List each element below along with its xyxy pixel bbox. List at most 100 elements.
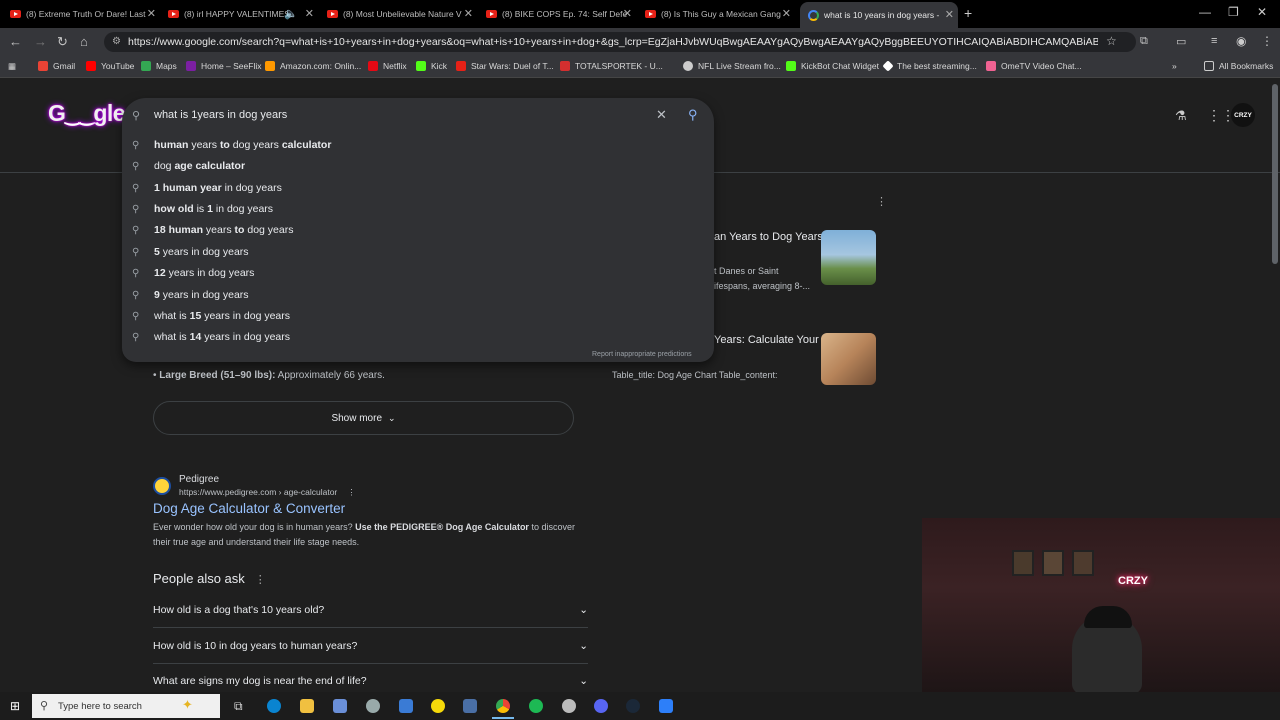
app-icon[interactable] [399, 699, 413, 713]
suggestion-bold: human [154, 139, 189, 151]
breed-list-item: • Large Breed (51–90 lbs): Approximately… [153, 370, 385, 381]
url-text[interactable]: https://www.google.com/search?q=what+is+… [128, 36, 1098, 48]
breed-value: Approximately 66 years. [275, 370, 385, 381]
bookmark-maps[interactable]: Maps [141, 61, 177, 71]
bookmark-netflix[interactable]: Netflix [368, 61, 407, 71]
restore-icon[interactable]: ❐ [1228, 5, 1239, 19]
bookmark-streaming[interactable]: The best streaming... [882, 60, 977, 72]
tab-strip: (8) Extreme Truth Or Dare! Last ✕ (8) ir… [0, 0, 1280, 28]
tab-4[interactable]: (8) Is This Guy a Mexican Gang ✕ [645, 3, 795, 25]
close-icon[interactable]: ✕ [782, 7, 791, 20]
profile-icon[interactable]: ◉ [1236, 34, 1246, 48]
app-icon[interactable] [659, 699, 673, 713]
suggestion-item[interactable]: ⚲ 5 years in dog years [132, 243, 249, 261]
bookmark-amazon[interactable]: Amazon.com: Onlin... [265, 61, 361, 71]
bookmark-star-icon[interactable]: ☆ [1106, 34, 1117, 48]
extensions-icon[interactable]: ⧉ [1140, 35, 1148, 48]
dog-running-image[interactable] [821, 230, 876, 285]
search-icon: ⚲ [132, 160, 140, 172]
tab-3[interactable]: (8) BIKE COPS Ep. 74: Self Defe ✕ [486, 3, 636, 25]
new-tab-button[interactable]: + [964, 5, 972, 21]
minimize-icon[interactable]: — [1199, 5, 1211, 19]
app-icon[interactable] [366, 699, 380, 713]
steam-icon[interactable] [626, 699, 640, 713]
more-options-icon[interactable]: ⋮ [876, 195, 887, 208]
edge-icon[interactable] [267, 699, 281, 713]
close-icon[interactable]: ✕ [623, 7, 632, 20]
result-site-name[interactable]: Pedigree [179, 474, 219, 485]
close-icon[interactable]: ✕ [305, 7, 314, 20]
clear-icon[interactable]: ✕ [656, 107, 667, 123]
bookmark-kickbot[interactable]: KickBot Chat Widget [786, 61, 879, 71]
tab-label: (8) irl HAPPY VALENTIMES [184, 9, 290, 19]
bookmark-ometv[interactable]: OmeTV Video Chat... [986, 61, 1082, 71]
search-button-icon[interactable]: ⚲ [688, 107, 698, 123]
more-options-icon[interactable]: ⋮ [255, 574, 266, 586]
suggestion-item[interactable]: ⚲ what is 15 years in dog years [132, 307, 290, 325]
pedigree-favicon[interactable] [153, 477, 171, 495]
suggestion-item[interactable]: ⚲ 1 human year in dog years [132, 179, 282, 197]
result-title-link[interactable]: Dog Age Calculator & Converter [153, 501, 345, 516]
all-bookmarks[interactable]: All Bookmarks [1204, 61, 1273, 71]
bookmark-seeflix[interactable]: Home – SeeFlix [186, 61, 261, 71]
bookmark-youtube[interactable]: YouTube [86, 61, 134, 71]
paa-question[interactable]: How old is a dog that's 10 years old? ⌄ [153, 604, 588, 616]
suggestion-item[interactable]: ⚲ 12 years in dog years [132, 264, 254, 282]
suggestion-item[interactable]: ⚲ dog age calculator [132, 157, 245, 175]
app-icon[interactable] [463, 699, 477, 713]
apps-icon[interactable]: ▦ [8, 61, 16, 72]
tab-2[interactable]: (8) Most Unbelievable Nature V ✕ [327, 3, 477, 25]
bookmark-star-wars[interactable]: Star Wars: Duel of T... [456, 61, 554, 71]
app-icon[interactable] [562, 699, 576, 713]
result-url[interactable]: https://www.pedigree.com › age-calculato… [179, 487, 356, 498]
paa-question[interactable]: What are signs my dog is near the end of… [153, 675, 588, 687]
tab-active[interactable]: what is 10 years in dog years - ✕ [800, 2, 958, 28]
avatar[interactable]: CRZY [1231, 103, 1255, 127]
reload-icon[interactable]: ↻ [57, 34, 68, 50]
report-predictions-link[interactable]: Report inappropriate predictions [592, 351, 692, 358]
tab-0[interactable]: (8) Extreme Truth Or Dare! Last ✕ [10, 3, 160, 25]
more-bookmarks-icon[interactable]: » [1172, 61, 1177, 71]
suggestion-item[interactable]: ⚲ 18 human years to dog years [132, 221, 293, 239]
card-title[interactable]: Years: Calculate Your [714, 334, 819, 346]
close-icon[interactable]: ✕ [464, 7, 473, 20]
home-icon[interactable]: ⌂ [80, 34, 88, 49]
cast-icon[interactable]: ▭ [1176, 35, 1186, 48]
bookmark-totalsportek[interactable]: TOTALSPORTEK - U... [560, 61, 663, 71]
suggestion-item[interactable]: ⚲ how old is 1 in dog years [132, 200, 273, 218]
suggestion-item[interactable]: ⚲ 9 years in dog years [132, 286, 249, 304]
taskbar-search-input[interactable]: ⚲ Type here to search ✦ [32, 694, 220, 718]
tab-1[interactable]: (8) irl HAPPY VALENTIMES 🔈 ✕ [168, 3, 318, 25]
google-logo[interactable]: G‿‿gle [48, 100, 126, 127]
more-options-icon[interactable]: ⋮ [347, 487, 356, 497]
discord-icon[interactable] [594, 699, 608, 713]
window-close-icon[interactable]: ✕ [1257, 5, 1267, 19]
close-icon[interactable]: ✕ [945, 8, 954, 21]
spotify-icon[interactable] [529, 699, 543, 713]
suggestion-item[interactable]: ⚲ human years to dog years calculator [132, 136, 331, 154]
close-icon[interactable]: ✕ [147, 7, 156, 20]
show-more-button[interactable]: Show more ⌄ [153, 401, 574, 435]
back-icon[interactable]: ← [9, 34, 22, 49]
chrome-icon[interactable] [496, 699, 510, 713]
card-title[interactable]: an Years to Dog Years [714, 231, 823, 243]
speaker-icon[interactable]: 🔈 [284, 7, 298, 20]
media-icon[interactable]: ≡ [1211, 35, 1217, 47]
bookmark-nfl[interactable]: NFL Live Stream fro... [683, 61, 781, 71]
paa-question[interactable]: How old is 10 in dog years to human year… [153, 640, 588, 652]
suggestion-item[interactable]: ⚲ what is 14 years in dog years [132, 328, 290, 346]
bookmark-kick[interactable]: Kick [416, 61, 447, 71]
calculator-icon[interactable] [333, 699, 347, 713]
labs-flask-icon[interactable]: ⚗ [1175, 108, 1187, 124]
app-icon[interactable] [431, 699, 445, 713]
scrollbar-thumb[interactable] [1272, 84, 1278, 264]
file-explorer-icon[interactable] [300, 699, 314, 713]
dog-photo-image[interactable] [821, 333, 876, 385]
task-view-icon[interactable]: ⧉ [234, 699, 243, 714]
forward-icon[interactable]: → [34, 34, 47, 49]
bookmark-gmail[interactable]: Gmail [38, 61, 75, 71]
menu-icon[interactable]: ⋮ [1261, 34, 1273, 48]
windows-start-icon[interactable]: ⊞ [10, 699, 20, 713]
site-info-icon[interactable]: ⚙ [112, 36, 121, 47]
search-input[interactable]: what is 1years in dog years [154, 109, 287, 121]
